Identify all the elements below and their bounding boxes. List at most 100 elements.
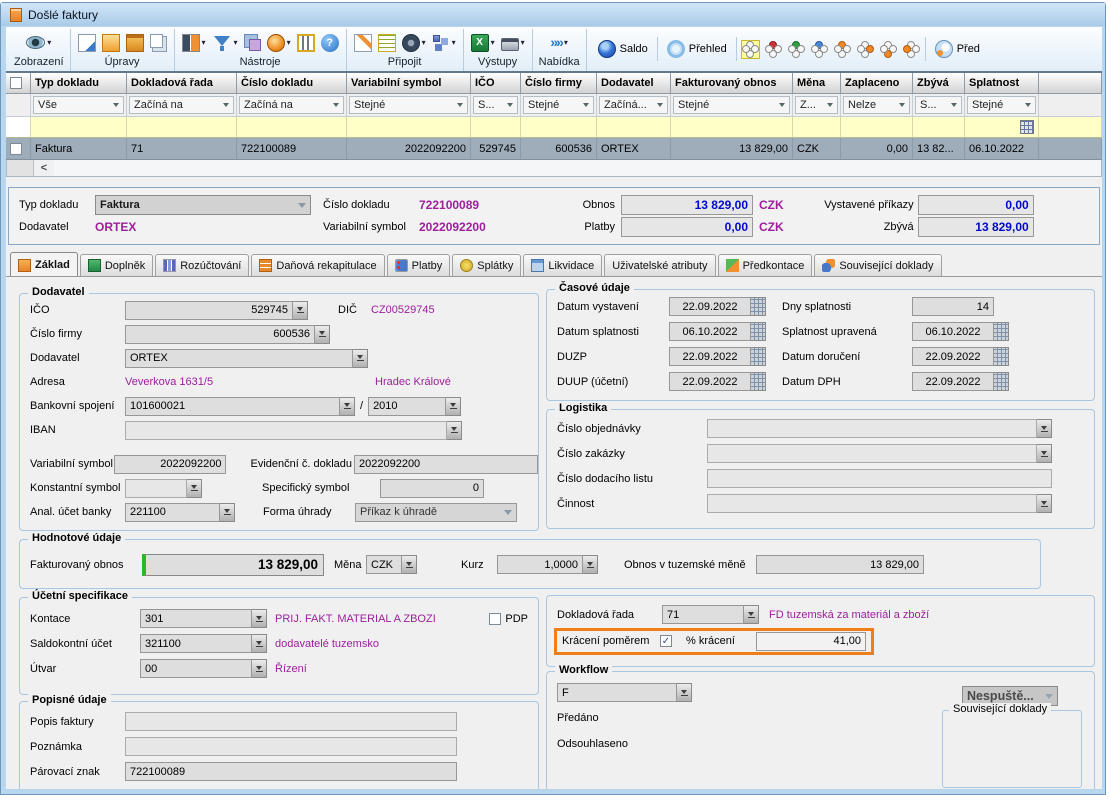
summary-platby-field[interactable]: 0,00 — [621, 217, 753, 237]
tab-rozuctovani[interactable]: Rozúčtování — [155, 254, 249, 276]
kod-banky-field[interactable]: 2010 — [368, 397, 446, 416]
grid-cell-typ-dokladu[interactable]: Faktura — [31, 138, 127, 159]
status-filter-all-button[interactable] — [741, 40, 760, 59]
grid-filter-typ-dokladu[interactable]: Vše — [31, 94, 127, 117]
grid-header-cislo-dokladu[interactable]: Číslo dokladu — [237, 73, 347, 94]
delete-record-button[interactable] — [125, 33, 145, 53]
attach-checklist-button[interactable] — [377, 33, 397, 53]
grid-cell-splatnost[interactable]: 06.10.2022 — [965, 138, 1039, 159]
grid-search-dokladova-rada[interactable] — [127, 117, 237, 138]
pdp-checkbox[interactable] — [489, 613, 501, 625]
specificky-symbol-field[interactable]: 0 — [380, 479, 484, 498]
grid-search-splatnost[interactable] — [965, 117, 1039, 138]
saldo-button[interactable]: Saldo — [593, 38, 653, 60]
cislo-firmy-field[interactable]: 600536 — [125, 325, 315, 344]
grid-header-variabilni-symbol[interactable]: Variabilní symbol — [347, 73, 471, 94]
cislo-zakazky-field[interactable] — [707, 444, 1037, 463]
grid-search-typ-dokladu[interactable] — [31, 117, 127, 138]
grid-search-cislo-firmy[interactable] — [521, 117, 597, 138]
status-filter-orange4-button[interactable] — [902, 40, 921, 59]
edit-record-button[interactable] — [101, 33, 121, 53]
prehled-button[interactable]: Přehled — [662, 38, 732, 60]
zakazka-lookup-button[interactable] — [1037, 444, 1052, 463]
sort-button[interactable]: ▾ — [181, 33, 207, 53]
grid-filter-variabilni-symbol[interactable]: Stejné — [347, 94, 471, 117]
calendar-icon[interactable] — [751, 297, 766, 316]
kontace-lookup-button[interactable] — [252, 609, 267, 628]
grid-filter-ico[interactable]: S... — [471, 94, 521, 117]
calendar-icon[interactable] — [751, 322, 766, 341]
grid-search-ico[interactable] — [471, 117, 521, 138]
grid-header-cislo-firmy[interactable]: Číslo firmy — [521, 73, 597, 94]
dodavatel-lookup-button[interactable] — [353, 349, 368, 368]
datum-splatnosti-field[interactable]: 06.10.2022 — [669, 322, 751, 341]
utvar-field[interactable]: 00 — [140, 659, 252, 678]
anal-ucet-lookup-button[interactable] — [220, 503, 235, 522]
cinnost-lookup-button[interactable] — [1037, 494, 1052, 513]
horizontal-scrollbar[interactable] — [6, 160, 1102, 177]
grid-header-zaplaceno[interactable]: Zaplaceno — [841, 73, 913, 94]
select-all-checkbox[interactable] — [10, 77, 22, 89]
dokladova-rada-lookup-button[interactable] — [744, 605, 759, 624]
row-checkbox[interactable] — [10, 143, 22, 155]
scrollbar-track[interactable] — [54, 160, 1101, 176]
grid-cell-dodavatel[interactable]: ORTEX — [597, 138, 671, 159]
calendar-icon[interactable] — [751, 347, 766, 366]
export-excel-button[interactable]: ▾ — [470, 33, 496, 53]
summary-prikazy-field[interactable]: 0,00 — [918, 195, 1034, 215]
row-select-cell[interactable] — [6, 138, 31, 159]
mena-field[interactable]: CZK — [366, 555, 402, 574]
grid-cell-zaplaceno[interactable]: 0,00 — [841, 138, 913, 159]
kod-banky-lookup-button[interactable] — [446, 397, 461, 416]
grid-search-dodavatel[interactable] — [597, 117, 671, 138]
calendar-icon[interactable] — [994, 372, 1009, 391]
splatnost-upravena-field[interactable]: 06.10.2022 — [912, 322, 994, 341]
copy-record-button[interactable] — [149, 33, 168, 53]
variabilni-symbol-field[interactable]: 2022092200 — [114, 455, 226, 474]
fakturovany-obnos-field[interactable]: 13 829,00 — [142, 554, 324, 576]
dokladova-rada-field[interactable]: 71 — [662, 605, 744, 624]
menu-button[interactable]: ▾ — [549, 34, 569, 51]
grid-header-fakturovany-obnos[interactable]: Fakturovaný obnos — [671, 73, 793, 94]
konstantni-symbol-field[interactable] — [125, 479, 187, 498]
grid-filter-dokladova-rada[interactable]: Začíná na — [127, 94, 237, 117]
anal-ucet-field[interactable]: 221100 — [125, 503, 220, 522]
grid-search-fakturovany-obnos[interactable] — [671, 117, 793, 138]
datum-doruceni-field[interactable]: 22.09.2022 — [912, 347, 994, 366]
cislo-firmy-lookup-button[interactable] — [315, 325, 330, 344]
grid-header-typ-dokladu[interactable]: Typ dokladu — [31, 73, 127, 94]
scroll-left-button[interactable] — [34, 160, 54, 176]
grid-cell-fakturovany-obnos[interactable]: 13 829,00 — [671, 138, 793, 159]
attach-link-button[interactable]: ▾ — [431, 33, 457, 53]
tab-uzivatelske-atributy[interactable]: Uživatelské atributy — [604, 254, 715, 276]
tab-splatky[interactable]: Splátky — [452, 254, 521, 276]
status-filter-red-button[interactable] — [764, 40, 783, 59]
status-filter-blue-button[interactable] — [810, 40, 829, 59]
status-filter-orange1-button[interactable] — [833, 40, 852, 59]
view-button[interactable]: ▾ — [25, 35, 52, 50]
poznamka-field[interactable] — [125, 737, 457, 756]
duup-field[interactable]: 22.09.2022 — [669, 372, 751, 391]
iban-field[interactable] — [125, 421, 447, 440]
utvar-lookup-button[interactable] — [252, 659, 267, 678]
print-button[interactable]: ▾ — [500, 34, 526, 52]
grid-filter-fakturovany-obnos[interactable]: Stejné — [671, 94, 793, 117]
grid-header-mena[interactable]: Měna — [793, 73, 841, 94]
grid-filter-splatnost[interactable]: Stejné — [965, 94, 1039, 117]
dodavatel-field[interactable]: ORTEX — [125, 349, 353, 368]
dny-splatnosti-field[interactable]: 14 — [912, 297, 994, 316]
grid-cell-dokladova-rada[interactable]: 71 — [127, 138, 237, 159]
mena-lookup-button[interactable] — [402, 555, 417, 574]
parovaci-znak-field[interactable]: 722100089 — [125, 762, 457, 781]
evidencni-field[interactable]: 2022092200 — [354, 455, 538, 474]
help-button[interactable] — [320, 33, 340, 53]
grid-header-zbyva[interactable]: Zbývá — [913, 73, 965, 94]
tab-souvisejici-doklady[interactable]: Související doklady — [814, 254, 941, 276]
predkontace-button[interactable]: Před — [930, 38, 985, 60]
ucet-field[interactable]: 101600021 — [125, 397, 340, 416]
tab-predkontace[interactable]: Předkontace — [718, 254, 813, 276]
datum-vystaveni-field[interactable]: 22.09.2022 — [669, 297, 751, 316]
grid-filter-zaplaceno[interactable]: Nelze — [841, 94, 913, 117]
calendar-icon[interactable] — [751, 372, 766, 391]
grid-cell-mena[interactable]: CZK — [793, 138, 841, 159]
